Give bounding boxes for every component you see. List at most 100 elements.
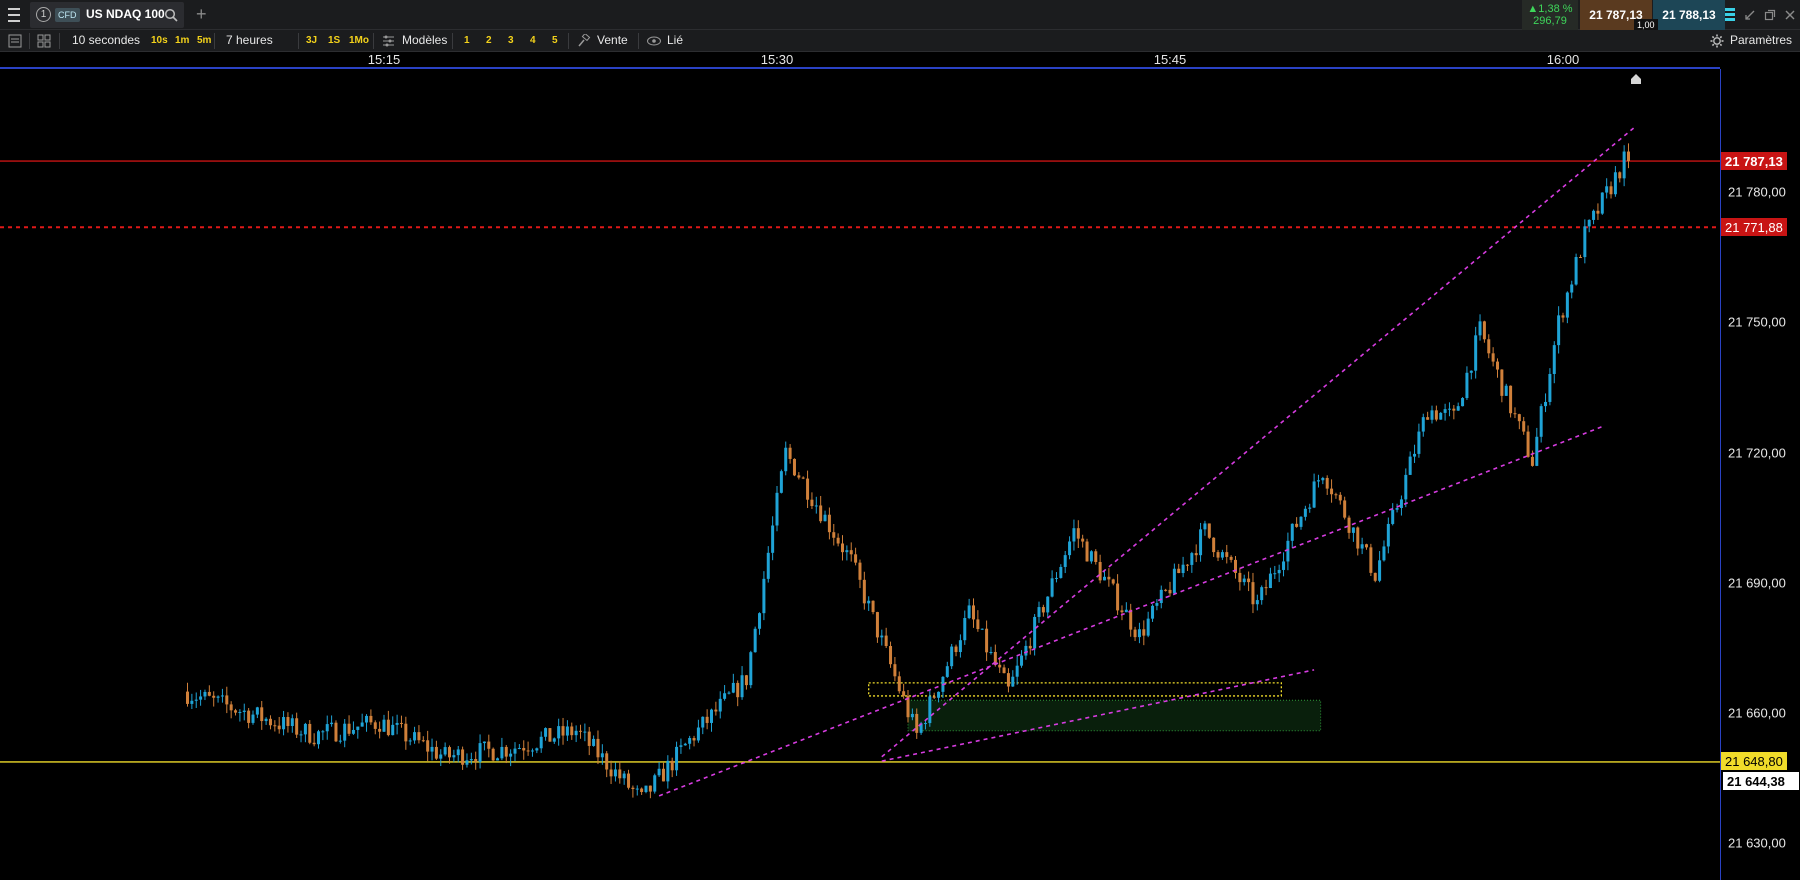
preset-2-button[interactable]: 2 — [486, 35, 492, 46]
price-label: 21 690,00 — [1728, 575, 1786, 591]
candle-body — [391, 724, 395, 736]
candle-body — [1439, 412, 1443, 420]
candle-body — [731, 682, 735, 693]
preset-5-button[interactable]: 5 — [552, 35, 558, 46]
search-icon[interactable] — [164, 8, 178, 22]
candle-body — [1194, 553, 1198, 556]
compact-view-icon[interactable] — [1724, 7, 1736, 23]
candle-body — [1033, 616, 1037, 649]
change-points: 296,79 — [1533, 15, 1567, 27]
candle-body — [408, 740, 412, 742]
restore-icon[interactable] — [1764, 9, 1776, 21]
window-controls — [1724, 6, 1796, 24]
time-label: 15:15 — [367, 52, 401, 67]
candle-body — [504, 746, 508, 757]
candle-body — [1561, 315, 1565, 318]
candle-body — [854, 554, 858, 563]
preset-4-button[interactable]: 4 — [530, 35, 536, 46]
candle-body — [902, 691, 906, 696]
candle-body — [710, 709, 713, 723]
candle-body — [1316, 480, 1320, 482]
buy-price-button[interactable]: 21 788,13 — [1653, 0, 1725, 30]
candle-body — [609, 769, 613, 777]
price-chart[interactable] — [0, 69, 1720, 880]
candle-body — [500, 746, 504, 759]
candle-body — [299, 734, 303, 736]
close-icon[interactable] — [1784, 9, 1796, 21]
candle-body — [1185, 564, 1189, 566]
preset-3-button[interactable]: 3 — [508, 35, 514, 46]
range-1mo-button[interactable]: 1Mo — [349, 35, 369, 46]
candle-body — [1509, 385, 1513, 414]
hamburger-menu-icon[interactable] — [7, 8, 21, 22]
candle-body — [998, 664, 1002, 668]
instrument-tab[interactable]: 1 CFD US NDAQ 100 — [30, 2, 184, 28]
candle-body — [1290, 523, 1294, 541]
candle-body — [1474, 335, 1478, 371]
range-3j-button[interactable]: 3J — [306, 35, 317, 46]
minimize-icon[interactable] — [1744, 9, 1756, 21]
candle-body — [1587, 219, 1591, 227]
candle-body — [627, 773, 631, 788]
candle-body — [548, 728, 552, 742]
candle-body — [683, 743, 687, 746]
candle-body — [295, 718, 299, 735]
candle-body — [186, 691, 189, 704]
candle-body — [491, 748, 495, 761]
candle-body — [967, 605, 971, 619]
interval-10s-button[interactable]: 10s — [151, 35, 168, 46]
candle-body — [1098, 561, 1102, 581]
candle-body — [1500, 369, 1504, 396]
interval-selector[interactable]: 10 secondes — [72, 33, 140, 47]
candle-body — [430, 746, 434, 752]
scroll-to-latest-icon[interactable] — [1631, 74, 1641, 84]
candle-body — [867, 600, 871, 604]
candle-body — [220, 695, 224, 697]
candle-body — [945, 666, 949, 677]
candle-body — [199, 696, 203, 700]
interval-1m-button[interactable]: 1m — [175, 35, 189, 46]
add-tab-button[interactable]: + — [196, 4, 207, 25]
yellow-level-badge[interactable]: 21 648,80 — [1721, 752, 1787, 770]
layout-grid-icon[interactable] — [37, 34, 51, 48]
candle-body — [679, 745, 683, 747]
candle-body — [622, 773, 626, 779]
preset-1-button[interactable]: 1 — [464, 35, 470, 46]
side-selector[interactable]: Vente — [597, 33, 628, 47]
list-panel-icon[interactable] — [8, 34, 22, 48]
candle-body — [1282, 561, 1286, 570]
candle-body — [1107, 576, 1111, 580]
templates-button[interactable]: Modèles — [402, 33, 447, 47]
candle-body — [810, 499, 814, 506]
range-selector[interactable]: 7 heures — [226, 33, 273, 47]
linked-toggle[interactable]: Lié — [667, 33, 683, 47]
candle-body — [203, 691, 207, 697]
range-1s-button[interactable]: 1S — [328, 35, 340, 46]
candle-body — [823, 514, 827, 522]
candle-body — [587, 731, 591, 746]
candle-body — [1570, 284, 1574, 293]
time-label: 15:30 — [760, 52, 794, 67]
candle-body — [1151, 605, 1155, 619]
candle-body — [482, 741, 486, 744]
candle-body — [1487, 339, 1491, 354]
price-label: 21 630,00 — [1728, 835, 1786, 851]
settings-button[interactable]: Paramètres — [1730, 33, 1792, 47]
red-level-badge[interactable]: 21 771,88 — [1721, 218, 1787, 236]
candle-body — [373, 722, 377, 729]
change-percent: ▲1,38 % — [1527, 3, 1573, 15]
candle-body — [1041, 607, 1045, 613]
candle-body — [1356, 527, 1360, 549]
price-zones — [868, 682, 1322, 732]
candle-body — [382, 719, 386, 732]
candle-body — [286, 717, 290, 727]
candle-body — [1504, 385, 1508, 396]
candle-body — [980, 628, 984, 630]
interval-5m-button[interactable]: 5m — [197, 35, 211, 46]
candle-body — [190, 700, 194, 704]
price-label: 21 750,00 — [1728, 314, 1786, 330]
candle-body — [1181, 564, 1185, 574]
candle-body — [1347, 517, 1351, 533]
candle-body — [1321, 477, 1325, 481]
candle-body — [696, 727, 700, 741]
